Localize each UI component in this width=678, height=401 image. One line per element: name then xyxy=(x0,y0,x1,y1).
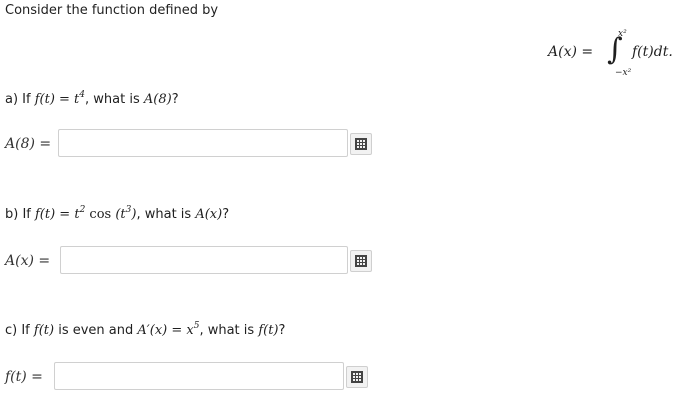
calculator-keypad-icon xyxy=(355,138,367,150)
question-c: c) If f(t) is even and A′(x) = x5, what … xyxy=(5,320,286,339)
question-c-target: f(t) xyxy=(258,323,279,338)
question-a: a) If f(t) = t4, what is A(8)? xyxy=(5,89,179,108)
question-a-sep: , what is xyxy=(85,92,144,107)
answer-b-label: A(x) = xyxy=(5,253,51,269)
question-a-condition: f(t) = t xyxy=(34,92,80,107)
keypad-button-c[interactable] xyxy=(346,366,368,388)
question-c-sep: , what is xyxy=(199,323,259,338)
keypad-button-b[interactable] xyxy=(350,250,372,272)
question-b-cos: cos xyxy=(85,207,112,222)
question-b-cos-exponent: 3 xyxy=(125,204,132,215)
answer-c-input[interactable] xyxy=(55,363,343,389)
answer-a-label: A(8) = xyxy=(5,136,52,152)
integral-formula: A(x) = ∫ x² −x² f(t)dt. xyxy=(548,26,676,78)
question-a-prefix: a) If xyxy=(5,92,35,107)
question-b-condition: f(t) = t xyxy=(35,207,80,222)
question-a-exponent: 4 xyxy=(79,89,86,100)
calculator-keypad-icon xyxy=(351,371,363,383)
upper-limit: x² xyxy=(618,29,627,39)
question-a-suffix: ? xyxy=(171,92,179,107)
formula-lhs: A(x) = xyxy=(548,44,594,60)
question-b-suffix: ? xyxy=(222,207,230,222)
answer-a-input[interactable] xyxy=(59,130,347,156)
question-c-middle: is even and xyxy=(54,323,138,338)
answer-b-input[interactable] xyxy=(61,247,347,273)
question-b-target: A(x) xyxy=(195,207,223,222)
question-b-prefix: b) If xyxy=(5,207,35,222)
question-c-exponent: 5 xyxy=(193,320,200,331)
keypad-button-a[interactable] xyxy=(350,133,372,155)
question-c-prefix: c) If xyxy=(5,323,34,338)
intro-text: Consider the function defined by xyxy=(5,3,219,18)
answer-c-label: f(t) = xyxy=(5,369,43,385)
question-a-target: A(8) xyxy=(143,92,172,107)
question-b: b) If f(t) = t2 cos (t3), what is A(x)? xyxy=(5,204,230,223)
question-c-condition: f(t) xyxy=(33,323,55,338)
question-b-sep: , what is xyxy=(136,207,196,222)
integral-sign: ∫ xyxy=(607,32,623,67)
question-b-exponent: 2 xyxy=(79,204,86,215)
answer-a-field[interactable] xyxy=(58,129,348,157)
integrand: f(t)dt. xyxy=(632,44,673,60)
answer-b-field[interactable] xyxy=(60,246,348,274)
question-c-derivative: A′(x) = x xyxy=(137,323,194,338)
question-c-suffix: ? xyxy=(278,323,286,338)
calculator-keypad-icon xyxy=(355,255,367,267)
question-b-cos-arg: (t xyxy=(111,207,126,222)
answer-c-field[interactable] xyxy=(54,362,344,390)
lower-limit: −x² xyxy=(615,68,632,78)
